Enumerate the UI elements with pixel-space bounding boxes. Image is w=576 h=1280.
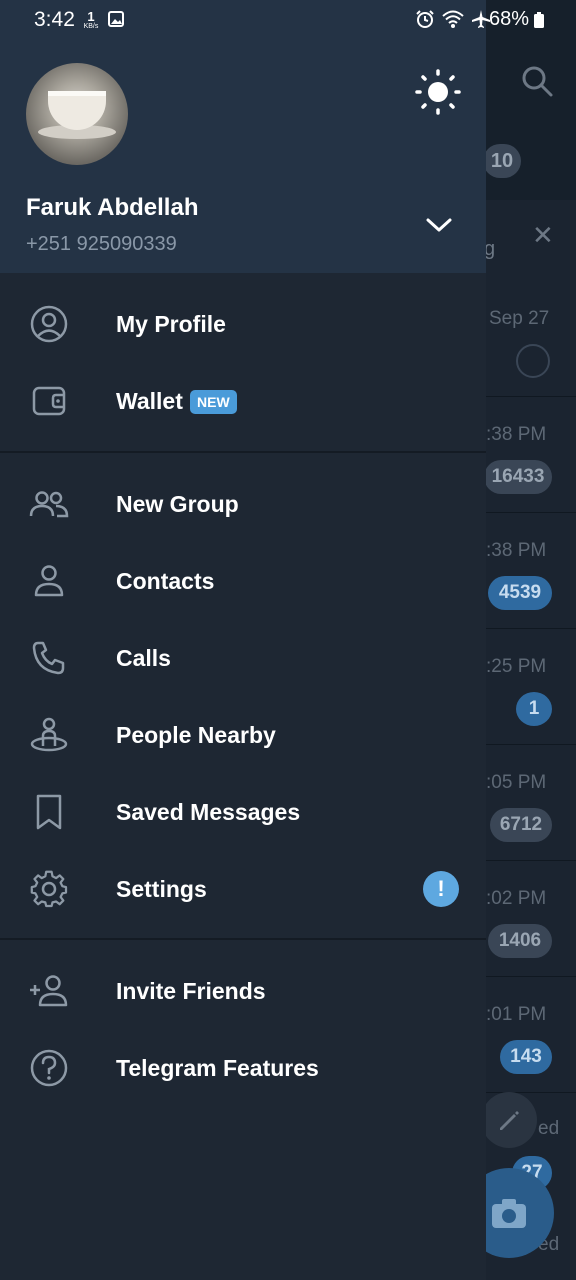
menu-item-telegram-features[interactable]: Telegram Features — [0, 1032, 486, 1104]
chat-row: :05 PM 6712 — [486, 744, 576, 861]
divider — [0, 451, 486, 453]
status-time: 3:42 — [34, 8, 75, 31]
menu-label: Calls — [116, 645, 171, 671]
airplane-mode-icon — [472, 10, 490, 28]
chat-row: :01 PM 143 — [486, 976, 576, 1093]
status-bar: 3:42 1 KB/s 68% — [0, 0, 576, 40]
chat-row: :02 PM 1406 — [486, 860, 576, 977]
unread-count: 6712 — [490, 808, 552, 842]
chevron-down-icon[interactable] — [422, 208, 456, 242]
unread-count: 16433 — [484, 460, 552, 494]
profile-icon — [30, 305, 68, 343]
menu-item-settings[interactable]: Settings ! — [0, 853, 486, 925]
group-icon — [29, 491, 69, 518]
unread-count: 4539 — [488, 576, 552, 610]
chat-row: :25 PM 1 — [486, 628, 576, 745]
phone-icon — [32, 641, 65, 675]
menu-label: New Group — [116, 491, 239, 517]
unread-count: 143 — [500, 1040, 552, 1074]
avatar-image-cup — [48, 91, 106, 130]
menu-item-calls[interactable]: Calls — [0, 622, 486, 694]
close-icon: ✕ — [532, 220, 554, 250]
menu-item-invite-friends[interactable]: Invite Friends — [0, 955, 486, 1027]
people-nearby-icon — [30, 717, 68, 752]
add-user-icon — [30, 975, 68, 1007]
user-name: Faruk Abdellah — [26, 194, 199, 221]
menu-label: Settings — [116, 876, 207, 902]
new-badge: NEW — [190, 390, 237, 414]
drawer-header: Faruk Abdellah +251 925090339 — [0, 0, 486, 273]
compose-button — [481, 1092, 537, 1148]
menu-item-new-group[interactable]: New Group — [0, 468, 486, 540]
menu-label: Wallet — [116, 388, 183, 414]
menu-label: People Nearby — [116, 722, 276, 748]
avatar[interactable] — [26, 63, 128, 165]
menu-label: Telegram Features — [116, 1055, 319, 1081]
theme-toggle-sun-icon[interactable] — [414, 68, 462, 116]
pin-icon — [516, 344, 550, 378]
menu-label: Contacts — [116, 568, 215, 594]
user-phone: +251 925090339 — [26, 233, 177, 255]
question-icon — [30, 1049, 68, 1087]
alarm-icon — [416, 10, 434, 28]
menu-label: Saved Messages — [116, 799, 301, 825]
battery-percent: 68% — [489, 8, 530, 30]
status-icons — [415, 9, 491, 29]
settings-alert-badge: ! — [423, 871, 459, 907]
divider — [0, 938, 486, 940]
tab-unread-count: 10 — [483, 144, 521, 178]
menu-item-contacts[interactable]: Contacts — [0, 545, 486, 617]
gallery-icon — [108, 11, 124, 27]
bookmark-icon — [36, 794, 62, 830]
search-icon — [522, 66, 553, 97]
menu-item-wallet[interactable]: Wallet NEW — [0, 365, 486, 437]
gear-icon — [30, 870, 68, 908]
chat-row: :38 PM 4539 — [486, 512, 576, 629]
contact-icon — [34, 565, 64, 597]
chat-row: Sep 27 — [486, 280, 576, 397]
battery-icon — [534, 12, 544, 28]
unread-count: 1 — [516, 692, 552, 726]
pencil-icon — [500, 1111, 519, 1130]
wallet-icon — [32, 386, 66, 416]
menu-item-people-nearby[interactable]: People Nearby — [0, 699, 486, 771]
menu-label: My Profile — [116, 311, 226, 337]
chat-row: :38 PM 16433 — [484, 396, 576, 513]
unread-count: 1406 — [488, 924, 552, 958]
menu-label: Invite Friends — [116, 978, 266, 1004]
wifi-icon — [442, 10, 464, 28]
menu-item-saved-messages[interactable]: Saved Messages — [0, 776, 486, 848]
menu-item-my-profile[interactable]: My Profile — [0, 288, 486, 360]
network-speed: 1 KB/s — [83, 9, 99, 30]
navigation-drawer: Faruk Abdellah +251 925090339 My Profile… — [0, 0, 486, 1280]
